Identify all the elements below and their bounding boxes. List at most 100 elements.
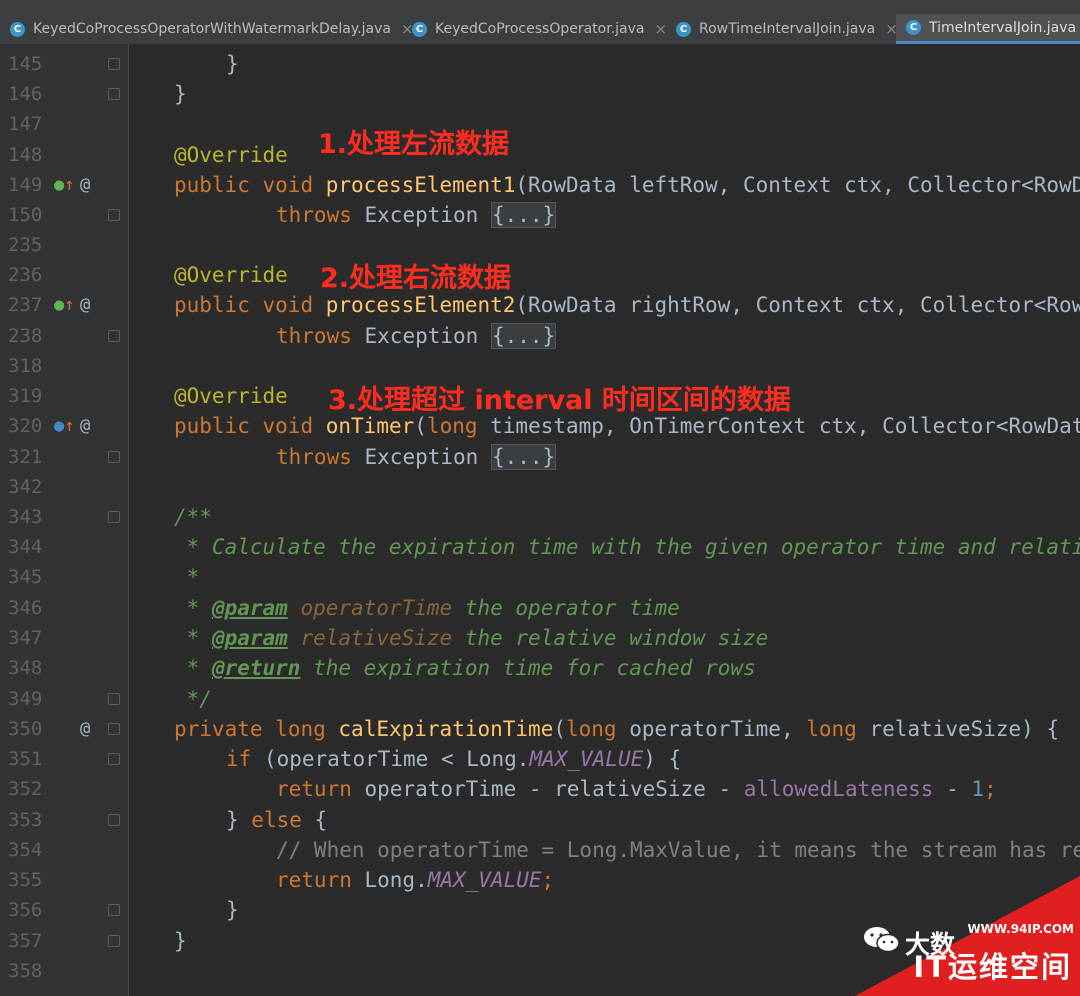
annotation-at-icon[interactable]: @ [80,290,90,320]
method-args: (RowData leftRow, Context ctx, Collector… [515,173,1080,197]
tab-label: RowTimeIntervalJoin.java [699,21,876,37]
override-implement-icon[interactable]: ●↑ [54,290,75,320]
keyword: long [566,717,617,741]
code-line-357: } [174,929,187,953]
method-name: processElement2 [325,293,516,317]
line-number: 235 [8,234,43,256]
method-name: processElement1 [325,173,516,197]
line-number: 344 [8,536,43,558]
tab-label: TimeIntervalJoin.java [929,19,1077,36]
keyword: return [276,868,352,892]
tab-label: KeyedCoProcessOperator.java [435,21,645,37]
annotation-at-icon[interactable]: @ [80,411,90,441]
tab-time-interval-join[interactable]: C TimeIntervalJoin.java [896,14,1080,44]
tab-label: KeyedCoProcessOperatorWithWatermarkDelay… [33,21,391,37]
doc-star: * [174,596,200,620]
code-line-145: } [226,52,239,76]
operator: - [933,777,972,801]
annotation-label-left-stream: 1.处理左流数据 [318,129,510,160]
doc-param-name: relativeSize [300,626,453,650]
annotation-label-right-stream: 2.处理右流数据 [320,263,512,294]
override-implement-icon[interactable]: ●↑ [54,170,75,200]
folded-block[interactable]: {...} [490,444,557,470]
condition: (operatorTime < Long. [251,747,530,771]
fold-marker-icon[interactable] [108,723,120,735]
paren: ( [414,414,427,438]
code-line-352: return operatorTime - relativeSize - all… [276,774,997,804]
line-number: 320 [8,415,43,437]
code-editor[interactable]: 145 146 147 148 149 150 235 236 237 238 … [0,44,1080,996]
doc-tag: @param [211,626,288,650]
semicolon: ; [984,777,997,801]
expression: operatorTime - relativeSize - [351,777,744,801]
fold-marker-icon[interactable] [108,511,120,523]
line-number: 146 [8,83,43,105]
method-name: onTimer [325,414,415,438]
keyword: public [174,293,250,317]
exception-type: Exception [364,445,479,469]
fold-marker-icon[interactable] [108,209,120,221]
keyword: if [226,747,252,771]
keyword: else [251,808,302,832]
keyword: throws [276,445,352,469]
number: 1 [971,777,985,801]
override-method-icon[interactable]: ●↑ [54,411,75,441]
code-line-350: private long calExpirationTime(long oper… [174,714,1059,744]
code-line-343: /** [174,505,212,529]
keyword: long [426,414,478,438]
folded-block[interactable]: {...} [490,202,557,228]
doc-text: the operator time [452,596,680,620]
fold-marker-icon[interactable] [108,693,120,705]
keyword: throws [276,203,352,227]
tab-keyed-co-process-operator-with-watermark-delay[interactable]: C KeyedCoProcessOperatorWithWatermarkDel… [0,14,414,44]
watermark-url: WWW.94IP.COM [967,922,1074,936]
line-gutter: 145 146 147 148 149 150 235 236 237 238 … [0,44,129,996]
exception-type: Exception [364,324,479,348]
code-line-354: // When operatorTime = Long.MaxValue, it… [276,838,1080,862]
code-line-237: public void processElement2(RowData righ… [174,290,1080,320]
fold-marker-icon[interactable] [108,904,120,916]
fold-marker-icon[interactable] [108,753,120,765]
folded-block[interactable]: {...} [490,323,557,349]
code-line-150: throws Exception {...} [276,200,557,230]
fold-marker-icon[interactable] [108,935,120,947]
line-number: 347 [8,627,43,649]
line-number: 149 [8,174,43,196]
java-class-icon: C [906,20,921,35]
paren: ) { [643,747,682,771]
tab-keyed-co-process-operator[interactable]: C KeyedCoProcessOperator.java × [402,14,667,44]
code-line-344: * Calculate the expiration time with the… [174,535,1080,559]
line-number: 147 [8,113,43,135]
static-field: MAX_VALUE [427,868,542,892]
fold-marker-icon[interactable] [108,330,120,342]
fold-marker-icon[interactable] [108,451,120,463]
brace: { [301,808,328,832]
line-number: 348 [8,657,43,679]
method-name: calExpirationTime [338,717,554,741]
breadcrumb-bar [0,0,1080,14]
keyword: void [262,414,314,438]
keyword: return [276,777,352,801]
code-line-238: throws Exception {...} [276,321,557,351]
tab-row-time-interval-join[interactable]: C RowTimeIntervalJoin.java × [666,14,898,44]
keyword: throws [276,324,352,348]
annotation-at-icon[interactable]: @ [80,714,90,744]
line-number: 318 [8,355,43,377]
line-number: 321 [8,446,43,468]
fold-marker-icon[interactable] [108,58,120,70]
fold-marker-icon[interactable] [108,814,120,826]
annotation-label-timer: 3.处理超过 interval 时间区间的数据 [328,385,791,416]
doc-text: the relative window size [452,626,769,650]
line-number: 150 [8,204,43,226]
static-field: MAX_VALUE [529,747,644,771]
java-class-icon: C [10,21,25,37]
line-number: 145 [8,53,43,75]
brace: } [226,808,252,832]
method-args: timestamp, OnTimerContext ctx, Collector… [477,414,1080,438]
fold-marker-icon[interactable] [108,88,120,100]
code-line-355: return Long.MAX_VALUE; [276,865,554,895]
code-line-149: public void processElement1(RowData left… [174,170,1080,200]
code-line-356: } [226,898,239,922]
annotation-at-icon[interactable]: @ [80,170,90,200]
keyword: void [262,173,314,197]
